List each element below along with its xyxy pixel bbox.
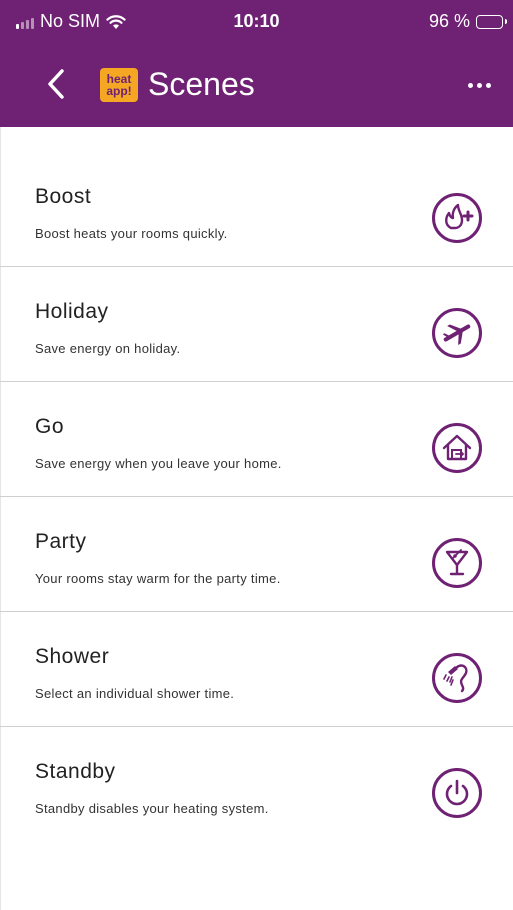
nav-bar: heat app! Scenes <box>0 44 513 127</box>
scene-description: Save energy on holiday. <box>35 341 181 356</box>
chevron-left-icon <box>48 69 64 99</box>
scene-item-standby[interactable]: Standby Standby disables your heating sy… <box>0 727 513 842</box>
more-options-button[interactable] <box>459 68 499 102</box>
scene-title: Go <box>35 415 65 438</box>
page-title: Scenes <box>148 66 255 102</box>
scene-description: Boost heats your rooms quickly. <box>35 226 228 241</box>
logo-line-2: app! <box>106 84 132 98</box>
app-header: No SIM 10:10 96 % heat app! Scenes <box>0 0 513 127</box>
more-dot-icon <box>476 82 482 88</box>
heatapp-logo: heat app! <box>100 68 138 102</box>
airplane-icon <box>432 308 482 358</box>
scene-list: Boost Boost heats your rooms quickly. Ho… <box>0 152 513 842</box>
battery-icon <box>476 14 507 29</box>
scene-description: Standby disables your heating system. <box>35 801 269 816</box>
scene-item-boost[interactable]: Boost Boost heats your rooms quickly. <box>0 152 513 267</box>
shower-icon <box>432 653 482 703</box>
scene-description: Select an individual shower time. <box>35 686 235 701</box>
more-dot-icon <box>467 82 473 88</box>
back-button[interactable] <box>38 64 74 104</box>
scene-item-holiday[interactable]: Holiday Save energy on holiday. <box>0 267 513 382</box>
scene-item-go[interactable]: Go Save energy when you leave your home. <box>0 382 513 497</box>
power-icon <box>432 768 482 818</box>
scene-item-shower[interactable]: Shower Select an individual shower time. <box>0 612 513 727</box>
battery-percent: 96 % <box>428 11 470 31</box>
scene-description: Save energy when you leave your home. <box>35 456 282 471</box>
scene-title: Shower <box>35 645 110 668</box>
status-right: 96 % <box>428 11 507 32</box>
scene-item-party[interactable]: Party Your rooms stay warm for the party… <box>0 497 513 612</box>
house-exit-icon <box>432 423 482 473</box>
status-bar: No SIM 10:10 96 % <box>0 0 513 44</box>
boost-flame-icon <box>432 193 482 243</box>
scene-title: Party <box>35 530 87 553</box>
scene-description: Your rooms stay warm for the party time. <box>35 571 281 586</box>
scene-title: Boost <box>35 185 92 208</box>
more-dot-icon <box>485 82 491 88</box>
scene-title: Standby <box>35 760 116 783</box>
cocktail-icon <box>432 538 482 588</box>
scene-title: Holiday <box>35 300 109 323</box>
